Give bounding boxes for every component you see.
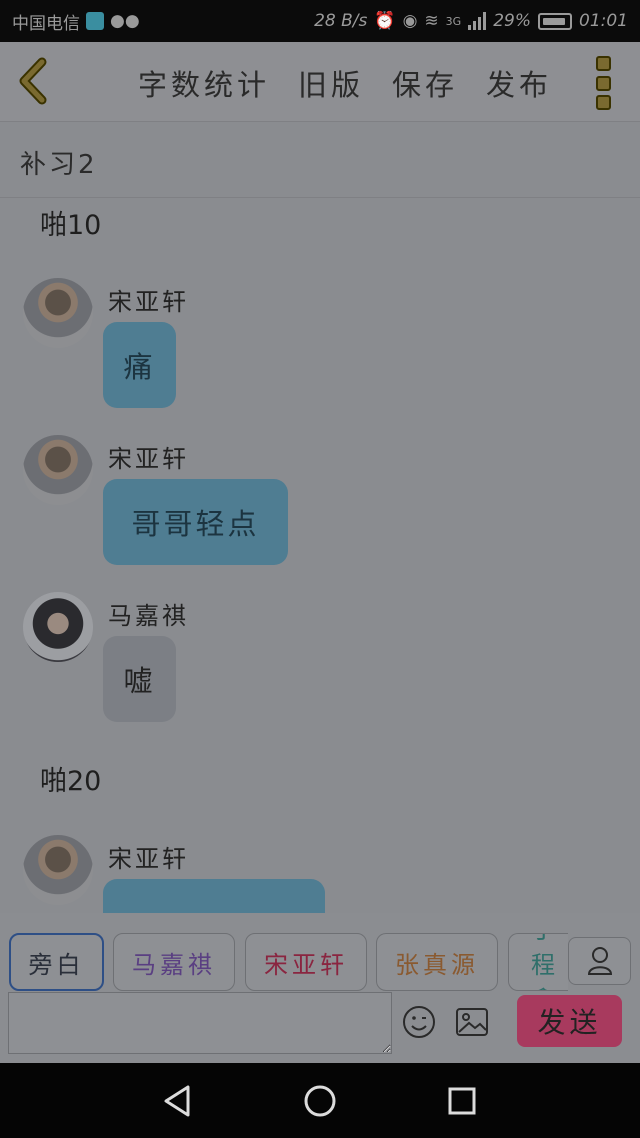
role-zhang-zhenyuan[interactable]: 张真源 [376, 933, 498, 991]
chat-area[interactable]: 啪10 宋亚轩 痛 宋亚轩 哥哥轻点 马嘉祺 嘘 啪20 宋亚轩 …… [0, 199, 640, 913]
role-ma-jiaqi[interactable]: 马嘉祺 [113, 933, 235, 991]
shield-icon [86, 12, 104, 30]
sender-name: 宋亚轩 [108, 845, 189, 873]
nav-recents-button[interactable] [444, 1083, 480, 1119]
image-icon [456, 1008, 488, 1036]
role-ding-chengxin[interactable]: 丁程鑫 [508, 933, 568, 991]
more-dot-icon [596, 75, 611, 91]
signal-icon [468, 12, 487, 30]
network-type: 3G [445, 14, 462, 28]
image-button[interactable] [455, 1007, 489, 1037]
toolbar-actions: 字数统计 旧版 保存 发布 [138, 62, 552, 104]
sender-name: 宋亚轩 [108, 288, 189, 316]
send-button[interactable]: 发送 [517, 995, 622, 1047]
wechat-icon: ●● [110, 11, 140, 31]
clock: 01:01 [579, 11, 628, 31]
story-title: 补习2 [20, 150, 98, 180]
battery-percent: 29% [493, 11, 531, 31]
input-bar: 发送 [0, 991, 640, 1063]
more-dot-icon [596, 95, 611, 110]
alarm-icon: ⏰ [374, 11, 396, 31]
sender-name: 宋亚轩 [108, 445, 189, 473]
nav-back-button[interactable] [160, 1083, 196, 1119]
avatar [23, 592, 93, 662]
back-arrow-icon [19, 57, 47, 105]
narration-line: 啪20 [40, 766, 102, 797]
story-title-bar[interactable]: 补习2 [0, 122, 640, 198]
narration-line: 啪10 [40, 210, 102, 241]
message-bubble: …… [103, 879, 325, 913]
square-recents-icon [448, 1087, 476, 1115]
app-bar: 字数统计 旧版 保存 发布 [0, 42, 640, 122]
word-count-button[interactable]: 字数统计 [138, 62, 270, 104]
circle-home-icon [304, 1085, 336, 1117]
role-selector: 旁白 马嘉祺 宋亚轩 张真源 丁程鑫 [0, 913, 640, 991]
avatar [23, 435, 93, 505]
battery-icon [538, 12, 572, 30]
nav-home-button[interactable] [302, 1083, 338, 1119]
role-narrator[interactable]: 旁白 [9, 933, 104, 991]
triangle-back-icon [164, 1085, 190, 1117]
eye-icon: ◉ [402, 11, 418, 31]
publish-button[interactable]: 发布 [486, 62, 552, 104]
message-input[interactable] [8, 992, 392, 1054]
save-button[interactable]: 保存 [392, 62, 458, 104]
emoji-button[interactable] [402, 1005, 436, 1039]
old-version-button[interactable]: 旧版 [298, 62, 364, 104]
avatar [23, 835, 93, 905]
wifi-icon: ≋ [424, 11, 439, 31]
status-bar: 中国电信 ●● 28 B/s ⏰ ◉ ≋ 3G 29% 01:01 [0, 0, 640, 42]
sender-name: 马嘉祺 [108, 602, 189, 630]
role-song-yaxuan[interactable]: 宋亚轩 [245, 933, 367, 991]
more-dot-icon [596, 56, 611, 71]
message-bubble: 嘘 [103, 636, 176, 722]
back-button[interactable] [14, 56, 54, 106]
message-bubble: 痛 [103, 322, 176, 408]
smiley-icon [403, 1006, 435, 1038]
more-menu-button[interactable] [596, 56, 614, 110]
network-speed: 28 B/s [314, 11, 368, 31]
message-bubble: 哥哥轻点 [103, 479, 288, 565]
user-icon [587, 947, 612, 975]
system-nav-bar [0, 1063, 640, 1138]
character-manage-button[interactable] [568, 937, 631, 985]
carrier-label: 中国电信 [12, 13, 80, 34]
avatar [23, 278, 93, 348]
